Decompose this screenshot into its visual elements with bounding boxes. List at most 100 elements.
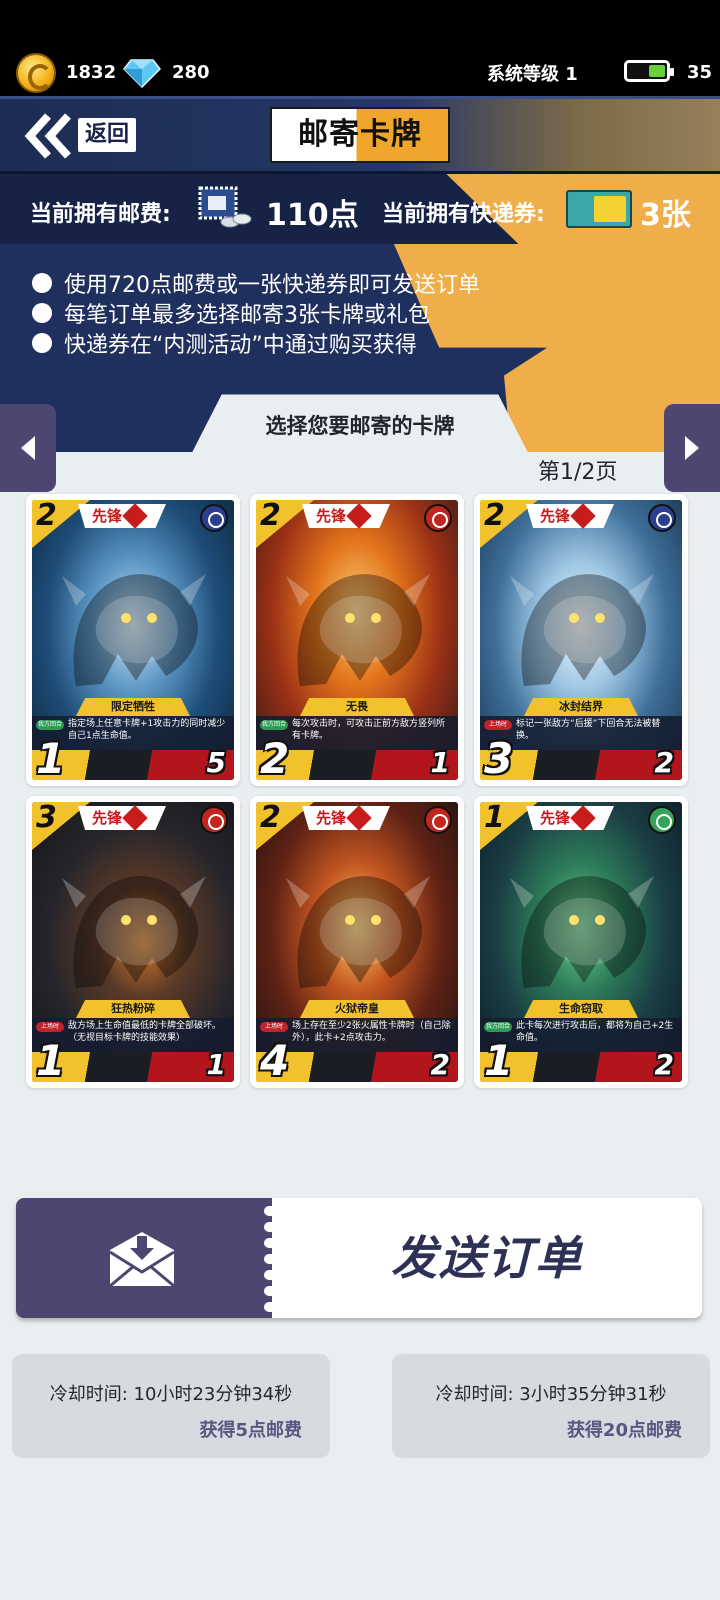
cooldown-reward: 获得20点邮费 [566, 1420, 682, 1441]
card-health: 1 [206, 1048, 226, 1081]
card-item[interactable]: 2 先锋限定牺牲我方回合 指定场上任意卡牌+1攻击力的同时减少自己1点生命值。 1 5 [26, 494, 240, 786]
card-attack: 4 [260, 1036, 290, 1082]
ice-icon [200, 504, 228, 532]
bullet-icon [32, 273, 52, 293]
card-face: 1 先锋 生命窃取 我方回合 此卡每次进行攻击后，都将为自己+2生命值。 1 2 [480, 802, 682, 1082]
send-order-face: 发送订单 [272, 1198, 702, 1318]
rule-item: 使用720点邮费或一张快递券即可发送订单 [32, 268, 480, 298]
gem-count: 280 [172, 62, 210, 83]
card-description: 指定场上任意卡牌+1攻击力的同时减少自己1点生命值。 [68, 719, 226, 741]
send-order-label: 发送订单 [391, 1231, 583, 1285]
double-chevron-left-icon [24, 113, 71, 159]
card-top-strip: 2 先锋 [32, 500, 234, 548]
card-face: 2 先锋冰封结界上场时 标记一张敌方“后援”下回合无法被替换。 3 2 [480, 500, 682, 780]
prev-page-button[interactable] [0, 404, 56, 492]
card-attack: 1 [36, 734, 66, 780]
card-face: 3 先锋 狂热粉碎 上场时 敌方场上生命值最低的卡牌全部破坏。（无视目标卡牌的技能效果）… [32, 802, 234, 1082]
back-button[interactable]: 返回 [22, 112, 140, 162]
express-ticket-value: 3张 [640, 198, 691, 233]
bullet-icon [32, 303, 52, 323]
card-face: 2 先锋 无畏 我方回合 每次攻击时，可攻击正前方敌方竖列所有卡牌。 2 1 [256, 500, 458, 780]
battery-icon [624, 60, 674, 82]
card-cost: 3 [36, 802, 57, 835]
triangle-left-icon [21, 436, 35, 460]
send-order-button[interactable]: 发送订单 [16, 1198, 702, 1318]
fire-icon [424, 806, 452, 834]
dragon-illustration [286, 574, 430, 686]
dragon-illustration [510, 574, 654, 686]
card-health: 5 [206, 746, 226, 779]
back-label: 返回 [78, 118, 136, 152]
send-order-stub [16, 1198, 272, 1318]
card-health: 2 [430, 1048, 450, 1081]
dragon-illustration [286, 876, 430, 988]
ice-icon [648, 504, 676, 532]
card-attack: 1 [484, 1036, 514, 1082]
card-attack: 2 [260, 734, 290, 780]
cooldown-time: 冷却时间: 3小时35分钟31秒 [435, 1384, 667, 1405]
ticket-perforation [264, 1206, 280, 1312]
postage-value: 110点 [266, 198, 359, 233]
diamond-icon [123, 59, 161, 88]
next-page-button[interactable] [664, 404, 720, 492]
dragon-illustration [510, 876, 654, 988]
card-item[interactable]: 2 先锋 无畏 我方回合 每次攻击时，可攻击正前方敌方竖列所有卡牌。 2 1 [250, 494, 464, 786]
battery-level: 35 [687, 62, 713, 83]
trigger-tag: 我方回合 [484, 1022, 512, 1032]
panel-title: 选择您要邮寄的卡牌 [265, 414, 455, 438]
triangle-right-icon [685, 436, 699, 460]
card-name: 无畏 [300, 698, 414, 716]
trigger-tag: 我方回合 [36, 720, 64, 730]
card-name: 限定牺牲 [76, 698, 190, 716]
card-cost: 2 [484, 500, 505, 533]
rule-item: 快递券在“内测活动”中通过购买获得 [32, 328, 480, 358]
cooldown-card-5pt[interactable]: 冷却时间: 10小时23分钟34秒 获得5点邮费 [12, 1354, 330, 1458]
trigger-tag: 上场时 [260, 1022, 288, 1032]
cooldown-card-20pt[interactable]: 冷却时间: 3小时35分钟31秒 获得20点邮费 [392, 1354, 710, 1458]
card-top-strip: 3 先锋 [32, 802, 234, 850]
status-bar [0, 0, 720, 106]
card-top-strip: 2 先锋 [256, 500, 458, 548]
trigger-tag: 上场时 [484, 720, 512, 730]
card-face: 2 先锋限定牺牲我方回合 指定场上任意卡牌+1攻击力的同时减少自己1点生命值。 1 5 [32, 500, 234, 780]
card-description: 标记一张敌方“后援”下回合无法被替换。 [516, 719, 661, 741]
bullet-icon [32, 333, 52, 353]
postage-stamp-icon [198, 186, 252, 228]
card-item[interactable]: 3 先锋 狂热粉碎 上场时 敌方场上生命值最低的卡牌全部破坏。（无视目标卡牌的技能效果）… [26, 796, 240, 1088]
system-level: 系统等级 1 [487, 64, 578, 85]
express-ticket-icon [566, 190, 632, 228]
card-face: 2 先锋 火狱帝皇 上场时 场上存在至少2张火属性卡牌时（自己除外），此卡+2点攻击力。… [256, 802, 458, 1082]
card-description: 敌方场上生命值最低的卡牌全部破坏。（无视目标卡牌的技能效果） [68, 1021, 222, 1043]
page-title: 邮寄卡牌 [270, 107, 450, 163]
card-name: 生命窃取 [524, 1000, 638, 1018]
postage-label: 当前拥有邮费: [30, 202, 171, 227]
card-top-strip: 2 先锋 [256, 802, 458, 850]
card-name: 火狱帝皇 [300, 1000, 414, 1018]
card-health: 1 [430, 746, 450, 779]
card-name: 冰封结界 [524, 698, 638, 716]
cooldown-time: 冷却时间: 10小时23分钟34秒 [49, 1384, 293, 1405]
coin-icon [16, 53, 56, 93]
card-item[interactable]: 2 先锋冰封结界上场时 标记一张敌方“后援”下回合无法被替换。 3 2 [474, 494, 688, 786]
card-description: 每次攻击时，可攻击正前方敌方竖列所有卡牌。 [292, 719, 446, 741]
trigger-tag: 我方回合 [260, 720, 288, 730]
nature-icon [648, 806, 676, 834]
rule-item: 每笔订单最多选择邮寄3张卡牌或礼包 [32, 298, 480, 328]
card-cost: 2 [260, 500, 281, 533]
trigger-tag: 上场时 [36, 1022, 64, 1032]
card-top-strip: 2 先锋 [480, 500, 682, 548]
card-cost: 2 [260, 802, 281, 835]
envelope-download-icon [109, 1232, 175, 1288]
card-health: 2 [654, 746, 674, 779]
dragon-illustration [62, 574, 206, 686]
fire-icon [424, 504, 452, 532]
fire-icon [200, 806, 228, 834]
card-attack: 3 [484, 734, 514, 780]
card-item[interactable]: 1 先锋 生命窃取 我方回合 此卡每次进行攻击后，都将为自己+2生命值。 1 2 [474, 796, 688, 1088]
page-indicator: 第1/2页 [538, 460, 618, 485]
card-attack: 1 [36, 1036, 66, 1082]
coin-count: 1832 [66, 62, 117, 83]
cooldown-reward: 获得5点邮费 [199, 1420, 302, 1441]
card-item[interactable]: 2 先锋 火狱帝皇 上场时 场上存在至少2张火属性卡牌时（自己除外），此卡+2点攻击力。… [250, 796, 464, 1088]
card-cost: 1 [484, 802, 505, 835]
